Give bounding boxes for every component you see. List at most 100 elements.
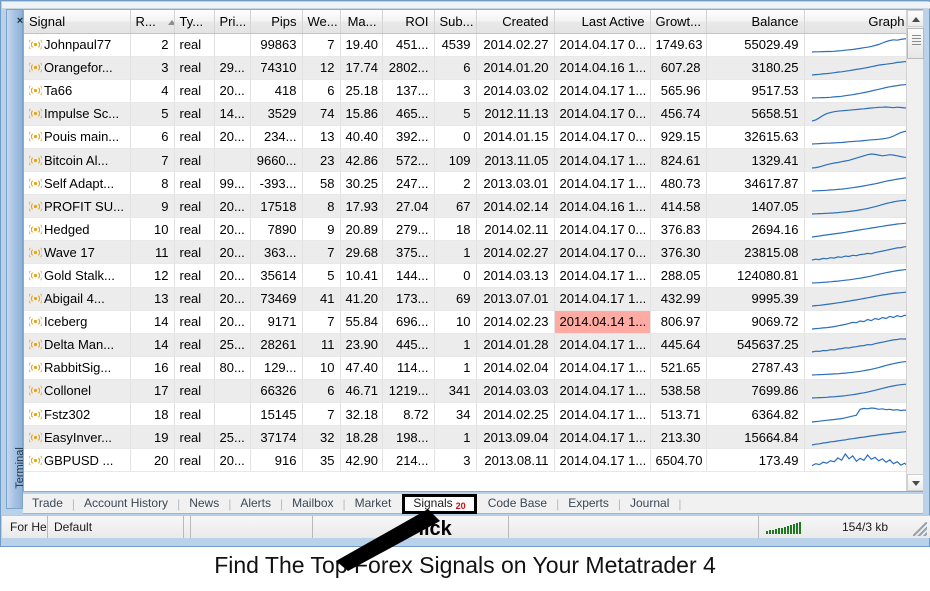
signal-broadcast-icon — [29, 131, 42, 142]
table-row[interactable]: Abigail 4... 13 real 20... 73469 41 41.20 173..… — [24, 287, 911, 311]
table-row[interactable]: Ta66 4 real 20... 418 6 25.18 137... 3 2014.03.02… — [24, 79, 911, 103]
signal-strength-icon — [766, 520, 801, 534]
cell-price: 20... — [214, 194, 251, 219]
column-header-roi[interactable]: ROI — [382, 10, 435, 34]
cell-pips: 916 — [250, 448, 303, 473]
signal-name-label: Self Adapt... — [44, 175, 115, 191]
vertical-scrollbar[interactable] — [906, 10, 924, 491]
cell-subs: 1 — [434, 240, 477, 265]
table-row[interactable]: Bitcoin Al... 7 real 9660... 23 42.86 572... 10… — [24, 148, 911, 173]
signal-broadcast-icon — [29, 85, 42, 96]
cell-weeks: 7 — [302, 402, 341, 427]
cell-price — [214, 402, 251, 427]
table-row[interactable]: Gold Stalk... 12 real 20... 35614 5 10.41 144..… — [24, 263, 911, 288]
cell-rank: 3 — [130, 56, 175, 80]
cell-weeks: 23 — [302, 148, 341, 173]
cell-weeks: 9 — [302, 217, 341, 242]
signals-table: Signal R... Ty... Pri... Pips We... Ma... ROI Su… — [24, 10, 911, 473]
column-header-last_active[interactable]: Last Active — [554, 10, 651, 34]
table-row[interactable]: Johnpaul77 2 real 99863 7 19.40 451... 4539 2014… — [24, 33, 911, 57]
cell-type: real — [174, 102, 215, 126]
column-header-signal[interactable]: Signal — [24, 10, 131, 34]
cell-created: 2013.09.04 — [476, 425, 555, 450]
cell-graph-sparkline — [804, 148, 911, 173]
resize-grip-icon[interactable] — [913, 522, 927, 536]
column-header-label: Sub... — [439, 13, 474, 29]
table-row[interactable]: Hedged 10 real 20... 7890 9 20.89 279... 18 2014.… — [24, 217, 911, 242]
table-row[interactable]: Wave 17 11 real 20... 363... 7 29.68 375... 1 201… — [24, 240, 911, 265]
cell-roi: 451... — [382, 33, 435, 57]
table-row[interactable]: GBPUSD ... 20 real 20... 916 35 42.90 214... 3 20… — [24, 448, 911, 473]
tab-alerts[interactable]: Alerts — [231, 494, 280, 513]
cell-balance: 34617.87 — [706, 171, 805, 196]
scroll-down-arrow-icon[interactable] — [907, 474, 924, 491]
tab-news[interactable]: News — [180, 494, 228, 513]
cell-pips: 9660... — [250, 148, 303, 173]
cell-roi: 173... — [382, 287, 435, 311]
column-header-label: Last Active — [581, 13, 645, 29]
cell-pips: 15145 — [250, 402, 303, 427]
tab-trade[interactable]: Trade — [23, 494, 72, 513]
cell-roi: 1219... — [382, 379, 435, 404]
cell-weeks: 12 — [302, 56, 341, 80]
cell-weeks: 6 — [302, 379, 341, 404]
table-row[interactable]: Iceberg 14 real 20... 9171 7 55.84 696... 10 2014… — [24, 309, 911, 334]
cell-subs: 1 — [434, 425, 477, 450]
cell-subs: 67 — [434, 194, 477, 219]
table-row[interactable]: Self Adapt... 8 real 99... -393... 58 30.25 247… — [24, 171, 911, 196]
column-header-max[interactable]: Ma... — [340, 10, 383, 34]
table-row[interactable]: Pouis main... 6 real 20... 234... 13 40.40 392.… — [24, 125, 911, 149]
column-header-subs[interactable]: Sub... — [434, 10, 477, 34]
column-header-rank[interactable]: R... — [130, 10, 175, 34]
cell-pips: 37174 — [250, 425, 303, 450]
cell-price: 20... — [214, 263, 251, 288]
tab-account-history[interactable]: Account History — [75, 494, 177, 513]
table-row[interactable]: RabbitSig... 16 real 80... 129... 10 47.40 114.… — [24, 356, 911, 380]
cell-weeks: 5 — [302, 263, 341, 288]
cell-pips: 28261 — [250, 333, 303, 357]
cell-max: 10.41 — [340, 263, 383, 288]
column-header-growth[interactable]: Growt... — [650, 10, 707, 34]
cell-graph-sparkline — [804, 56, 911, 80]
table-row[interactable]: Fstz302 18 real 15145 7 32.18 8.72 34 2014.02.25… — [24, 402, 911, 427]
column-header-graph[interactable]: Graph — [804, 10, 911, 34]
table-row[interactable]: EasyInver... 19 real 25... 37174 32 18.28 198..… — [24, 425, 911, 450]
table-row[interactable]: Delta Man... 14 real 25... 28261 11 23.90 445..… — [24, 333, 911, 357]
cell-weeks: 7 — [302, 240, 341, 265]
table-row[interactable]: Collonel 17 real 66326 6 46.71 1219... 341 2014.… — [24, 379, 911, 404]
signal-broadcast-icon — [29, 39, 42, 50]
signal-name-label: RabbitSig... — [44, 360, 112, 376]
scroll-thumb[interactable] — [907, 28, 924, 59]
cell-type: real — [174, 148, 215, 173]
scroll-up-arrow-icon[interactable] — [907, 10, 924, 27]
table-row[interactable]: Orangefor... 3 real 29... 74310 12 17.74 2802..… — [24, 56, 911, 80]
cell-max: 55.84 — [340, 310, 383, 334]
signal-broadcast-icon — [29, 339, 42, 350]
cell-max: 46.71 — [340, 379, 383, 404]
cell-type: real — [174, 402, 215, 427]
column-header-pips[interactable]: Pips — [250, 10, 303, 34]
column-header-label: Growt... — [655, 13, 702, 29]
table-row[interactable]: PROFIT SU... 9 real 20... 17518 8 17.93 27.04 67… — [24, 194, 911, 219]
cell-graph-sparkline — [804, 448, 911, 473]
column-header-type[interactable]: Ty... — [174, 10, 215, 34]
tab-experts[interactable]: Experts — [559, 494, 618, 513]
column-header-weeks[interactable]: We... — [302, 10, 341, 34]
signal-broadcast-icon — [29, 247, 42, 258]
cell-last_active: 2014.04.17 1... — [554, 402, 651, 427]
cell-rank: 10 — [130, 217, 175, 242]
column-header-price[interactable]: Pri... — [214, 10, 251, 34]
cell-growth: 521.65 — [650, 356, 707, 380]
status-profile[interactable]: Default — [48, 516, 184, 538]
table-row[interactable]: Impulse Sc... 5 real 14... 3529 74 15.86 465...… — [24, 102, 911, 126]
cell-last_active: 2014.04.17 0... — [554, 217, 651, 242]
tab-journal[interactable]: Journal — [621, 494, 678, 513]
column-header-balance[interactable]: Balance — [706, 10, 805, 34]
column-header-created[interactable]: Created — [476, 10, 555, 34]
status-traffic-text: 154/3 kb — [842, 520, 889, 534]
terminal-dock-tab[interactable]: × Terminal — [6, 9, 26, 509]
cell-max: 17.74 — [340, 56, 383, 80]
cell-growth: 376.83 — [650, 217, 707, 242]
cell-graph-sparkline — [804, 310, 911, 334]
cell-balance: 2694.16 — [706, 217, 805, 242]
